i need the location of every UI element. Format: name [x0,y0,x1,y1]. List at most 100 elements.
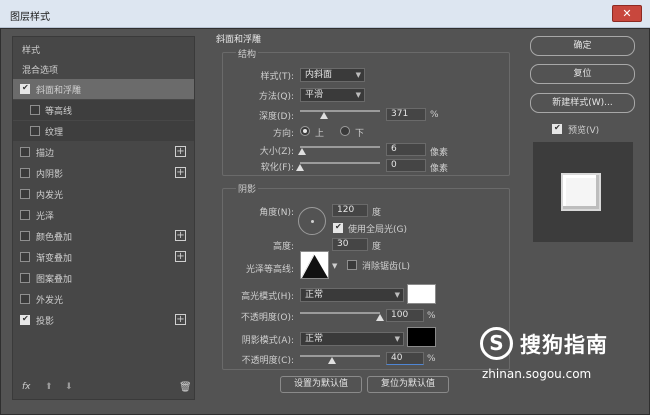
style-list-item-styles[interactable]: 样式 [13,39,194,59]
fx-icon[interactable]: fx [22,382,31,392]
style-list-item-stroke[interactable]: 描边 + [13,142,194,162]
style-list-item-drop-shadow[interactable]: 投影+ [13,310,194,330]
style-list-item-blend[interactable]: 混合选项 [13,59,194,79]
angle-label: 角度(N): [259,208,294,218]
soften-slider-thumb[interactable] [296,164,304,171]
gloss-contour-preview[interactable] [300,251,329,279]
ok-button[interactable]: 确定 [530,36,635,56]
drop-shadow-checkbox[interactable] [20,314,30,325]
highlight-opacity-unit: % [427,311,436,321]
shadow-opacity-input[interactable]: 40 [386,352,424,365]
soften-input[interactable]: 0 [386,159,426,172]
antialias-label: 消除锯齿(L) [362,262,411,272]
size-slider-thumb[interactable] [298,148,307,155]
shadow-opacity-slider-thumb[interactable] [328,357,336,364]
global-light-checkbox[interactable] [333,222,343,233]
add-color-overlay-plus-icon[interactable]: + [175,230,186,241]
style-list-item-inner-shadow[interactable]: 内阴影 + [13,163,194,183]
direction-down-radio[interactable] [340,126,350,136]
soften-slider-track[interactable] [300,162,380,164]
stroke-checkbox[interactable] [20,147,30,157]
depth-slider-thumb[interactable] [320,112,328,119]
altitude-input[interactable]: 30 [332,238,368,251]
direction-up-label: 上 [315,129,325,139]
outer-glow-checkbox[interactable] [20,294,30,304]
depth-input[interactable]: 371 [386,108,426,121]
angle-unit: 度 [372,208,382,218]
inner-glow-checkbox[interactable] [20,189,30,199]
trash-icon[interactable]: 🗑 [179,382,192,393]
chevron-down-icon: ▼ [394,291,400,299]
style-list-item-color-overlay[interactable]: 颜色叠加 + [13,226,194,246]
reset-button[interactable]: 复位 [530,64,635,84]
angle-dial-center [311,220,314,223]
close-button[interactable]: ✕ [612,5,642,22]
gloss-contour-dropdown-icon[interactable]: ▼ [332,262,337,276]
bevel-section-title: 斜面和浮雕 [216,35,262,45]
new-style-button[interactable]: 新建样式(W)... [530,93,635,113]
structure-title: 结构 [236,47,259,61]
depth-slider-track[interactable] [300,110,380,112]
shadow-color-swatch[interactable] [407,327,436,347]
style-list-footer: fx ⬆ ⬇ 🗑 [13,377,194,399]
style-list-item-bevel[interactable]: 斜面和浮雕 [13,79,194,99]
direction-label: 方向: [272,129,294,139]
contour-checkbox[interactable] [30,105,40,115]
gradient-overlay-checkbox[interactable] [20,252,30,262]
inner-shadow-checkbox[interactable] [20,168,30,178]
title-bar: 图层样式 ✕ [0,0,650,28]
technique-select[interactable]: 平滑 ▼ [300,88,365,102]
texture-checkbox[interactable] [30,126,40,136]
antialias-checkbox[interactable] [347,260,357,270]
shading-title: 阴影 [236,182,259,196]
style-preview [533,142,633,242]
chevron-down-icon: ▼ [355,71,361,79]
direction-up-radio[interactable] [300,126,310,136]
depth-unit: % [430,110,439,120]
chevron-down-icon: ▼ [394,335,400,343]
style-list-item-outer-glow[interactable]: 外发光 [13,289,194,309]
style-select[interactable]: 内斜面 ▼ [300,68,365,82]
color-overlay-checkbox[interactable] [20,231,30,241]
size-slider-track[interactable] [300,146,380,148]
angle-input[interactable]: 120 [332,204,368,217]
pattern-overlay-checkbox[interactable] [20,273,30,283]
window-title: 图层样式 [10,12,50,23]
highlight-opacity-label: 不透明度(O): [240,313,294,323]
watermark-url: zhinan.sogou.com [482,367,592,381]
satin-checkbox[interactable] [20,210,30,220]
shadow-opacity-unit: % [427,354,436,364]
highlight-mode-select[interactable]: 正常 ▼ [300,288,404,302]
highlight-opacity-input[interactable]: 100 [386,309,424,322]
reset-default-button[interactable]: 复位为默认值 [367,376,449,393]
shadow-mode-select[interactable]: 正常 ▼ [300,332,404,346]
shadow-opacity-label: 不透明度(C): [241,356,294,366]
highlight-opacity-slider-thumb[interactable] [376,314,384,321]
add-drop-shadow-plus-icon[interactable]: + [175,314,186,325]
add-stroke-plus-icon[interactable]: + [175,146,186,157]
style-list-item-inner-glow[interactable]: 内发光 [13,184,194,204]
highlight-opacity-slider-track[interactable] [300,312,380,314]
style-list: 样式 混合选项 斜面和浮雕 等高线 纹理 描边+ 内阴影+ 内发光 光泽 颜色叠… [12,36,195,400]
watermark-brand: 搜狗指南 [520,333,608,357]
preview-checkbox[interactable] [552,123,562,134]
add-inner-shadow-plus-icon[interactable]: + [175,167,186,178]
style-list-item-pattern-overlay[interactable]: 图案叠加 [13,268,194,288]
style-list-item-texture[interactable]: 纹理 [13,121,194,141]
size-input[interactable]: 6 [386,143,426,156]
highlight-mode-label: 高光模式(H): [241,292,294,302]
highlight-color-swatch[interactable] [407,284,436,304]
move-down-icon[interactable]: ⬇ [65,382,73,392]
angle-dial[interactable] [298,207,326,235]
shadow-opacity-slider-track[interactable] [300,355,380,357]
altitude-label: 高度: [272,242,294,252]
set-default-button[interactable]: 设置为默认值 [280,376,362,393]
depth-label: 深度(D): [259,112,294,122]
style-list-item-satin[interactable]: 光泽 [13,205,194,225]
preview-square [561,173,601,211]
style-list-item-gradient-overlay[interactable]: 渐变叠加 + [13,247,194,267]
style-list-item-contour[interactable]: 等高线 [13,100,194,120]
bevel-checkbox[interactable] [20,83,30,94]
move-up-icon[interactable]: ⬆ [45,382,53,392]
add-gradient-overlay-plus-icon[interactable]: + [175,251,186,262]
